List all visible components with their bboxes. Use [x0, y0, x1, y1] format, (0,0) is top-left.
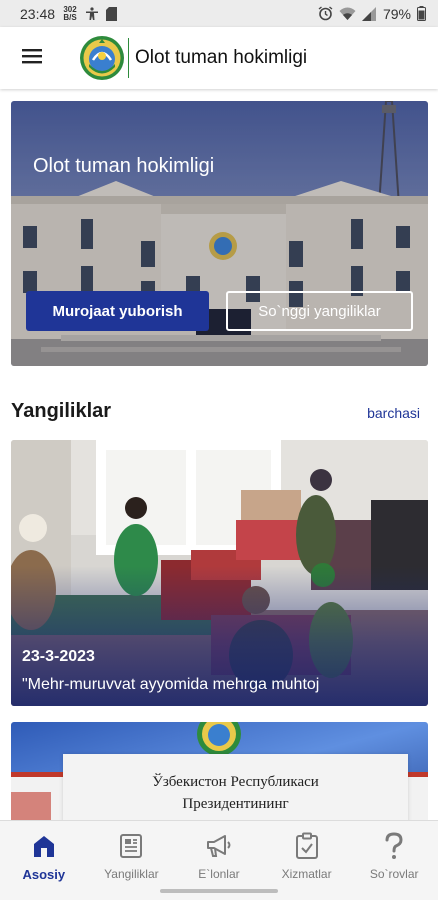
signal-icon: [361, 6, 377, 21]
nav-label: So`rovlar: [369, 867, 419, 881]
news-headline: "Mehr-muruvvat ayyomida mehrga muhtoj: [22, 676, 320, 693]
news-section-title: Yangiliklar: [11, 400, 112, 422]
question-mark-icon: [379, 831, 409, 861]
hamburger-menu-icon: [22, 48, 42, 69]
clipboard-check-icon: [292, 831, 322, 861]
home-icon: [29, 831, 59, 861]
sd-card-icon: [106, 6, 118, 21]
battery-icon: [417, 6, 426, 21]
newspaper-icon: [116, 831, 146, 861]
megaphone-icon: [204, 831, 234, 861]
bottom-navigation: Asosiy Yangiliklar E`lonlar Xizmatlar So…: [0, 820, 438, 900]
status-time: 23:48: [20, 5, 56, 22]
nav-label: Asosiy: [22, 867, 66, 882]
brand-divider: [128, 38, 129, 78]
hero-banner: Olot tuman hokimligi Murojaat yuborish S…: [11, 101, 428, 366]
document-heading-line: Президентининг: [182, 796, 289, 812]
battery-percent: 79%: [382, 5, 411, 22]
news-card[interactable]: Ўзбекистон Республикаси Президентининг: [11, 722, 428, 820]
accessibility-icon: [85, 6, 99, 21]
latest-news-button[interactable]: So`nggi yangiliklar: [226, 291, 413, 331]
wifi-icon: [339, 7, 356, 21]
home-indicator[interactable]: [160, 889, 278, 893]
news-card[interactable]: 23-3-2023 "Mehr-muruvvat ayyomida mehrga…: [11, 440, 428, 706]
nav-label: Xizmatlar: [281, 867, 332, 881]
nav-item-home[interactable]: Asosiy: [0, 821, 88, 900]
see-all-link[interactable]: barchasi: [367, 405, 420, 421]
alarm-icon: [318, 6, 333, 21]
menu-button[interactable]: [12, 38, 52, 78]
app-bar: Olot tuman hokimligi: [0, 27, 438, 89]
hero-title: Olot tuman hokimligi: [33, 155, 215, 177]
app-title: Olot tuman hokimligi: [135, 47, 308, 68]
send-appeal-button[interactable]: Murojaat yuborish: [26, 291, 209, 331]
main-content[interactable]: Olot tuman hokimligi Murojaat yuborish S…: [0, 89, 438, 820]
status-bar: 23:48 302 B/S 79%: [0, 0, 438, 27]
document-image: Ўзбекистон Республикаси Президентининг: [63, 754, 408, 820]
nav-item-surveys[interactable]: So`rovlar: [350, 821, 438, 900]
news-date: 23-3-2023: [22, 648, 95, 665]
document-heading-line: Ўзбекистон Республикаси: [152, 774, 319, 790]
nav-label: Yangiliklar: [104, 867, 159, 881]
data-rate-indicator: 302 B/S: [63, 4, 77, 22]
uzbekistan-emblem-icon: [78, 34, 126, 82]
nav-label: E`lonlar: [198, 867, 240, 881]
